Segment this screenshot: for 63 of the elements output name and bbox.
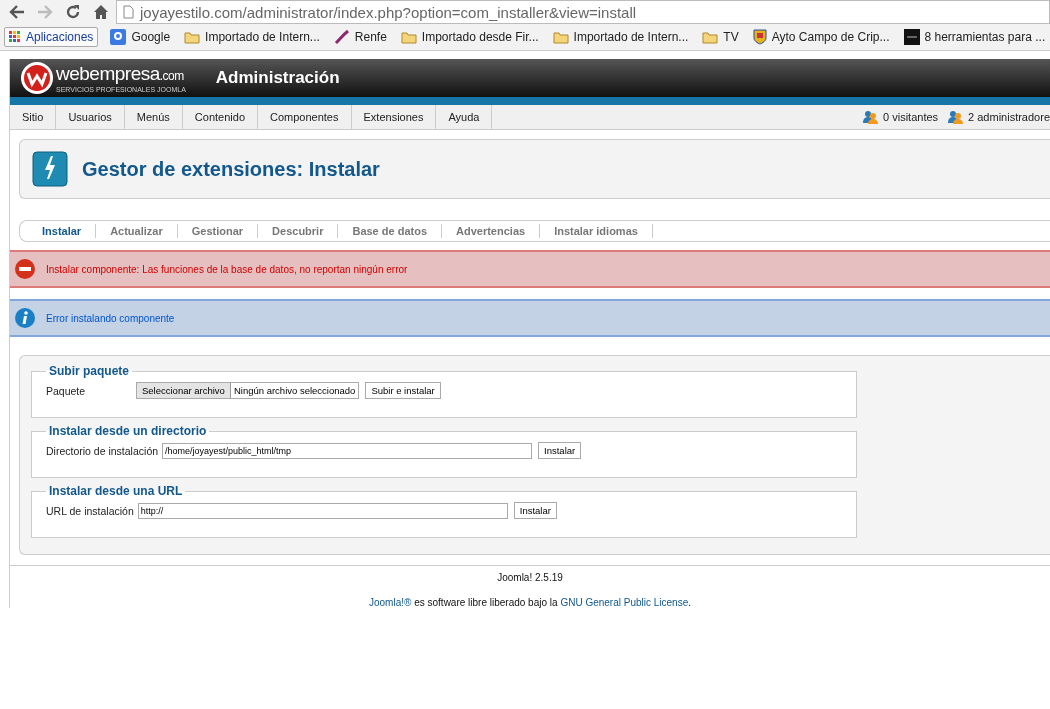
- fieldset-legend: Subir paquete: [46, 364, 132, 378]
- menu-item[interactable]: Menús: [124, 105, 183, 129]
- field-label: Directorio de instalación: [46, 444, 159, 457]
- users-icon: [948, 110, 965, 124]
- fieldset-legend: Instalar desde un directorio: [46, 424, 210, 438]
- header-title: Administración: [215, 68, 340, 88]
- page-icon: [123, 5, 134, 19]
- bookmark-item[interactable]: Google: [108, 27, 173, 47]
- submenu-tab[interactable]: Actualizar: [96, 224, 178, 238]
- joomla-link[interactable]: Joomla!®: [369, 597, 412, 608]
- favicon-icon: [110, 29, 127, 45]
- apps-grid-icon: [9, 31, 21, 43]
- menu-item[interactable]: Extensiones: [351, 105, 437, 129]
- bookmark-item[interactable]: 8 herramientas para ...: [901, 27, 1048, 47]
- install-button[interactable]: Instalar: [513, 502, 557, 519]
- message-text: Error instalando componente: [46, 312, 175, 324]
- menu-item[interactable]: Sitio: [10, 105, 57, 129]
- address-bar[interactable]: joyayestilo.com/administrator/index.php?option=com_installer&view=install: [116, 0, 1050, 24]
- favicon-icon: [903, 29, 920, 45]
- status-text: 0 visitantes: [883, 111, 939, 123]
- lightning-icon: [32, 151, 68, 187]
- folder-icon: [400, 30, 417, 44]
- submenu-tab[interactable]: Advertencias: [442, 224, 541, 238]
- license-text: Joomla!® es software libre liberado bajo la GNU General Public License.: [369, 597, 691, 608]
- apps-button[interactable]: Aplicaciones: [4, 27, 99, 47]
- crest-icon: [752, 29, 767, 45]
- submenu-tab[interactable]: Gestionar: [177, 224, 259, 238]
- info-icon: [14, 307, 36, 329]
- logo-icon: [20, 61, 54, 95]
- version-text: Joomla! 2.5.19: [497, 572, 563, 583]
- install-button[interactable]: Subir e instalar: [365, 382, 441, 399]
- logo-text: webempresa.com: [56, 63, 185, 86]
- file-status: Ningún archivo seleccionado: [232, 384, 357, 398]
- error-icon: [14, 258, 36, 280]
- choose-file-button[interactable]: Seleccionar archivo: [137, 383, 231, 398]
- submenu-tab[interactable]: Base de datos: [338, 224, 443, 238]
- menu-item[interactable]: Usuarios: [56, 105, 125, 129]
- path-input[interactable]: /home/joyayest/public_html/tmp: [162, 442, 533, 459]
- folder-icon: [552, 30, 569, 44]
- bookmark-item[interactable]: Importado desde Fir...: [398, 28, 541, 46]
- path-input[interactable]: http://: [137, 502, 508, 519]
- submenu-tab[interactable]: Descubrir: [258, 224, 339, 238]
- menu-item[interactable]: Contenido: [182, 105, 258, 129]
- folder-icon: [184, 30, 201, 44]
- folder-icon: [702, 30, 719, 44]
- menu-item[interactable]: Componentes: [258, 105, 352, 129]
- bookmark-item[interactable]: TV: [700, 28, 741, 46]
- message-text: Instalar componente: Las funciones de la base de datos, no reportan ningún error: [46, 263, 408, 275]
- status-text: 2 administradore: [968, 111, 1050, 123]
- submenu-tab[interactable]: Instalar idiomas: [540, 224, 653, 238]
- bookmark-item[interactable]: Importado de Intern...: [182, 28, 322, 46]
- favicon-icon: [333, 29, 350, 45]
- page-title: Gestor de extensiones: Instalar: [82, 157, 380, 181]
- install-button[interactable]: Instalar: [538, 442, 582, 459]
- menu-item[interactable]: Ayuda: [436, 105, 493, 129]
- field-label: URL de instalación: [46, 504, 134, 517]
- file-picker[interactable]: Seleccionar archivo Ningún archivo seleccionado: [136, 382, 360, 399]
- bookmark-item[interactable]: Ayto Campo de Crip...: [750, 27, 892, 47]
- bookmark-item[interactable]: Importado de Intern...: [550, 28, 691, 46]
- field-label: Paquete: [46, 384, 87, 397]
- fieldset-legend: Instalar desde una URL: [46, 484, 186, 498]
- bookmark-item[interactable]: Renfe: [331, 27, 389, 47]
- users-icon: [863, 110, 880, 124]
